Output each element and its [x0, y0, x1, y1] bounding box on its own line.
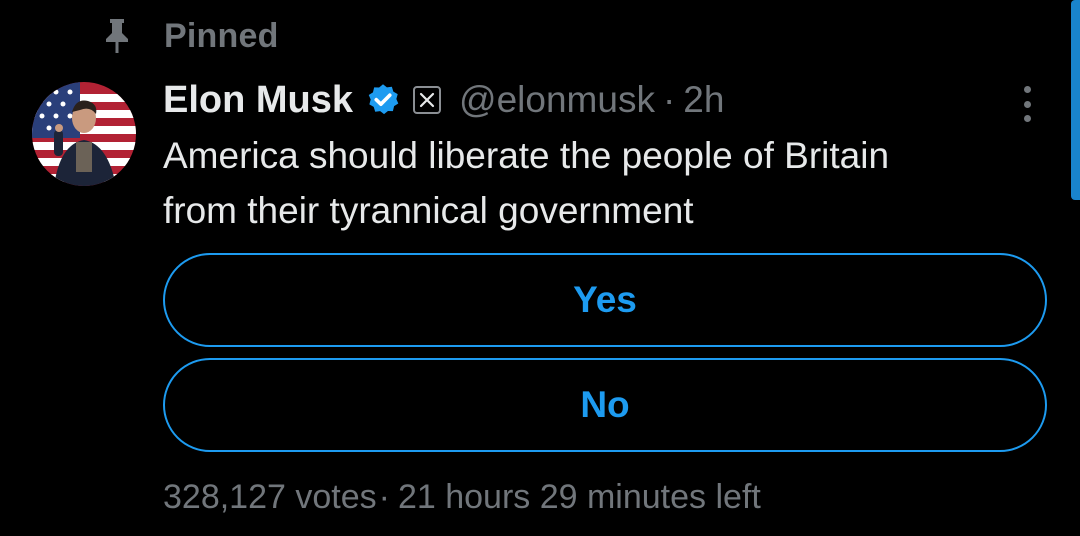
more-options-icon[interactable]	[1012, 82, 1042, 126]
poll-separator: ·	[378, 477, 390, 516]
poll-option-yes[interactable]: Yes	[163, 253, 1047, 347]
poll-time-left: 21 hours 29 minutes left	[397, 477, 761, 516]
poll-option-no[interactable]: No	[163, 358, 1047, 452]
poll-meta: 328,127 votes · 21 hours 29 minutes left	[163, 474, 761, 520]
avatar[interactable]	[32, 82, 136, 186]
poll-votes: 328,127 votes	[163, 477, 377, 516]
tweet-header: Elon Musk @elonmusk · 2h	[163, 76, 724, 124]
pin-icon	[100, 16, 134, 56]
pinned-indicator: Pinned	[100, 14, 279, 58]
tweet-text: America should liberate the people of Br…	[163, 128, 1053, 238]
tweet-text-line: from their tyrannical government	[163, 190, 694, 231]
author-handle[interactable]: @elonmusk	[459, 79, 655, 121]
verified-badge-icon[interactable]	[365, 82, 401, 118]
scrollbar[interactable]	[1071, 0, 1080, 200]
x-logo-icon[interactable]	[413, 86, 442, 114]
pinned-tweet[interactable]: Pinned Elon Musk @elonmusk · 2h America …	[0, 0, 1080, 536]
pinned-label: Pinned	[164, 16, 279, 55]
tweet-timestamp[interactable]: 2h	[683, 79, 724, 121]
tweet-text-line: America should liberate the people of Br…	[163, 135, 890, 176]
header-separator: ·	[662, 79, 676, 120]
author-display-name[interactable]: Elon Musk	[163, 79, 353, 122]
